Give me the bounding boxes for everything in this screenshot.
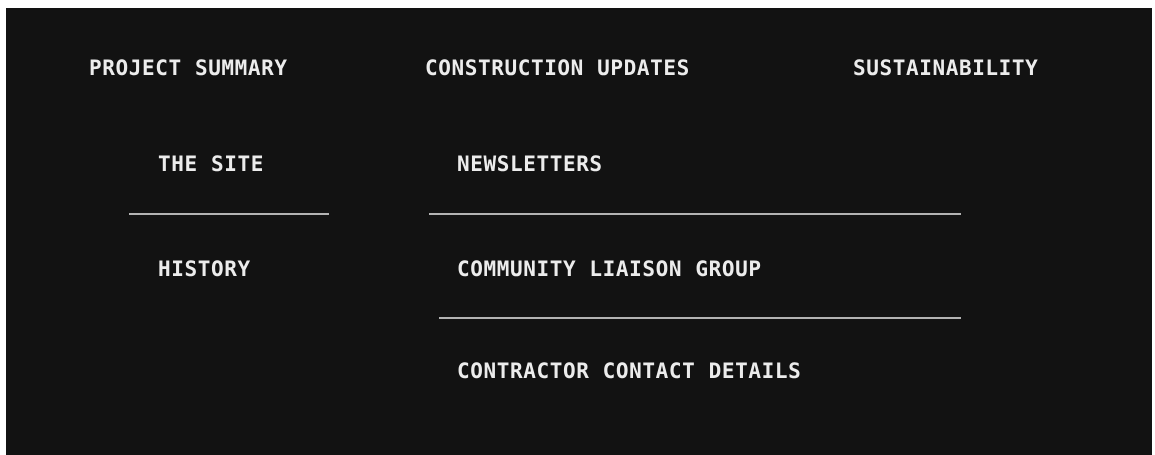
nav-item-construction-updates[interactable]: CONSTRUCTION UPDATES — [425, 56, 690, 80]
submenu-divider — [429, 213, 961, 215]
submenu-item-history[interactable]: HISTORY — [158, 257, 251, 281]
submenu-item-the-site[interactable]: THE SITE — [158, 152, 264, 176]
nav-item-sustainability[interactable]: SUSTAINABILITY — [853, 56, 1038, 80]
submenu-item-contractor-contact-details[interactable]: CONTRACTOR CONTACT DETAILS — [457, 359, 801, 383]
nav-item-project-summary[interactable]: PROJECT SUMMARY — [89, 56, 288, 80]
submenu-divider — [129, 213, 329, 215]
navigation-menu-panel: PROJECT SUMMARY CONSTRUCTION UPDATES SUS… — [6, 8, 1152, 455]
submenu-item-community-liaison-group[interactable]: COMMUNITY LIAISON GROUP — [457, 257, 762, 281]
submenu-item-newsletters[interactable]: NEWSLETTERS — [457, 152, 603, 176]
submenu-divider — [439, 317, 961, 319]
